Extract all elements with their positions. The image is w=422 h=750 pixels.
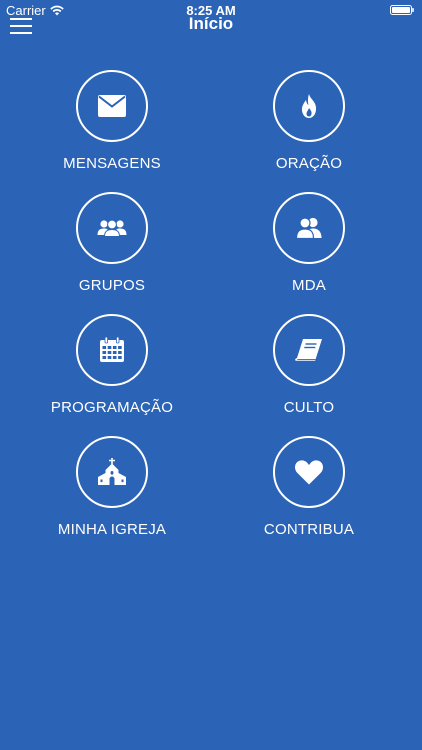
tile-oracao[interactable]: ORAÇÃO (219, 70, 399, 190)
tile-icon-circle (76, 314, 148, 386)
tile-grupos[interactable]: GRUPOS (22, 192, 202, 312)
church-icon (98, 458, 126, 485)
tile-minha-igreja[interactable]: MINHA IGREJA (22, 436, 202, 556)
tile-icon-circle (273, 436, 345, 508)
tile-culto[interactable]: CULTO (219, 314, 399, 434)
tile-label: ORAÇÃO (275, 155, 343, 172)
tile-mda[interactable]: MDA (219, 192, 399, 312)
tile-label: MDA (292, 277, 326, 294)
tile-icon-circle (76, 70, 148, 142)
tile-label: CULTO (283, 399, 335, 416)
page-title: Início (188, 14, 234, 33)
tile-label: MINHA IGREJA (57, 521, 167, 538)
envelope-icon (98, 95, 126, 117)
tile-programacao[interactable]: PROGRAMAÇÃO (22, 314, 202, 434)
tile-icon-circle (273, 70, 345, 142)
users-icon (296, 217, 322, 239)
tile-icon-circle (273, 192, 345, 264)
tile-contribua[interactable]: CONTRIBUA (219, 436, 399, 556)
tile-label: PROGRAMAÇÃO (50, 399, 174, 416)
heart-icon (295, 459, 323, 484)
tile-icon-circle (76, 436, 148, 508)
tile-mensagens[interactable]: MENSAGENS (22, 70, 202, 190)
book-icon (295, 339, 322, 361)
tile-label: MENSAGENS (63, 155, 161, 172)
tile-icon-circle (273, 314, 345, 386)
tile-icon-circle (76, 192, 148, 264)
tile-label: GRUPOS (78, 277, 146, 294)
flame-icon (301, 94, 317, 118)
nav-bar: Início (0, 14, 422, 44)
tile-label: CONTRIBUA (263, 521, 355, 538)
calendar-icon (100, 337, 124, 362)
group-icon (97, 219, 127, 237)
